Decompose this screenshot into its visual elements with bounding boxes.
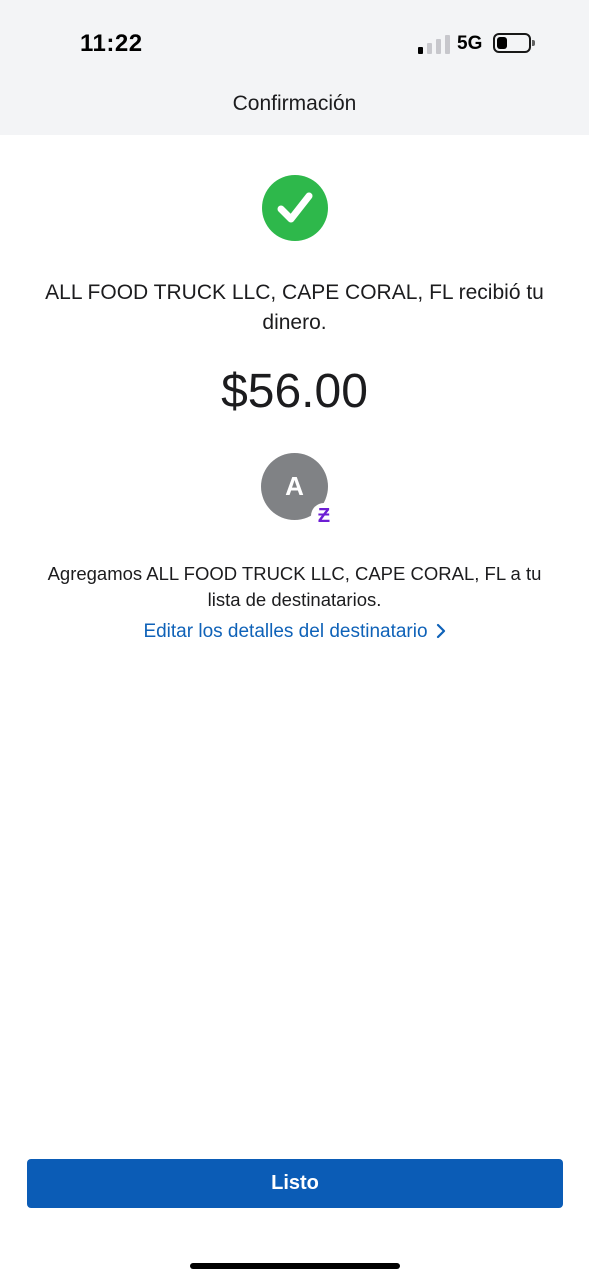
edit-recipient-link[interactable]: Editar los detalles del destinatario bbox=[0, 621, 589, 645]
zelle-badge-icon: Ƶ bbox=[311, 503, 337, 529]
payment-amount: $56.00 bbox=[221, 365, 368, 418]
edit-recipient-label: Editar los detalles del destinatario bbox=[143, 621, 428, 642]
top-bar: 11:22 5G Confirmación bbox=[0, 0, 589, 135]
check-icon bbox=[262, 175, 328, 241]
recipient-added-message: Agregamos ALL FOOD TRUCK LLC, CAPE CORAL… bbox=[47, 563, 542, 610]
chevron-right-icon bbox=[436, 623, 446, 645]
battery-icon bbox=[493, 33, 535, 53]
signal-strength-icon bbox=[418, 34, 450, 54]
done-button[interactable]: Listo bbox=[27, 1159, 563, 1208]
network-type: 5G bbox=[457, 33, 483, 54]
home-indicator[interactable] bbox=[190, 1263, 400, 1269]
confirmation-screen: 11:22 5G Confirmación ALL FOOD TRUCK LLC… bbox=[0, 0, 589, 1280]
confirmation-message: ALL FOOD TRUCK LLC, CAPE CORAL, FL recib… bbox=[45, 281, 544, 334]
page-title: Confirmación bbox=[232, 92, 357, 115]
status-time: 11:22 bbox=[80, 30, 143, 57]
